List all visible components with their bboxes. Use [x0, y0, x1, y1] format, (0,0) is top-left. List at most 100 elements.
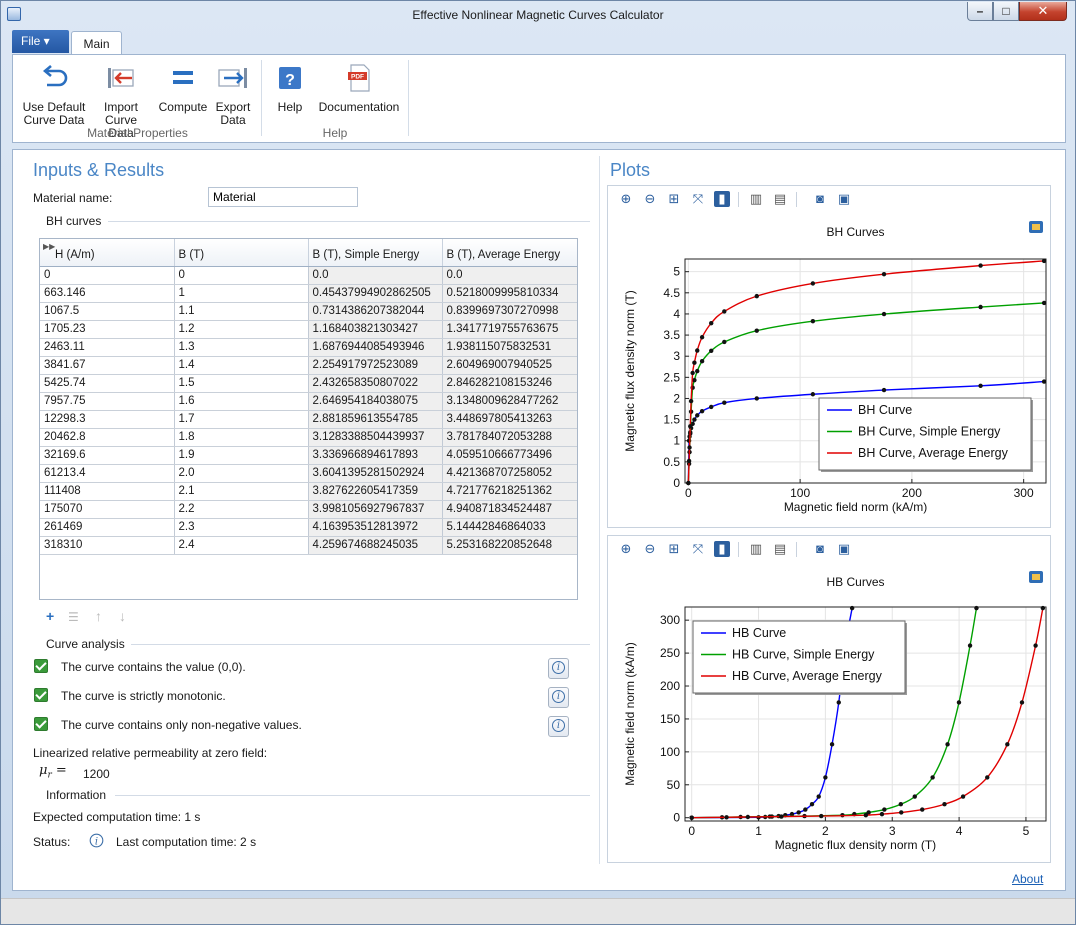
table-row[interactable]: 175070 2.2 3.9981056927967837 4.94087183452…	[40, 500, 577, 519]
table-cell[interactable]: 175070	[40, 500, 175, 519]
table-cell[interactable]: 1.5	[174, 374, 309, 393]
table-cell[interactable]: 2.2	[174, 500, 309, 519]
table-row[interactable]: 61213.4 2.0 3.6041395281502924 4.4213687072…	[40, 464, 577, 483]
permeability-label: Linearized relative permeability at zero…	[33, 746, 268, 760]
ribbon-separator	[408, 60, 409, 136]
column-header-b-average-energy[interactable]: B (T), Average Energy	[442, 239, 577, 267]
table-cell[interactable]: 2463.11	[40, 338, 175, 357]
bh-curves-table[interactable]: ▶▶ H (A/m) B (T) B (T), Simple Energy B (…	[39, 238, 578, 600]
data-point	[881, 311, 887, 317]
export-data-button[interactable]: Export Data	[213, 61, 253, 127]
data-point	[978, 383, 983, 388]
table-cell: 4.940871834524487	[442, 500, 577, 519]
table-cell: 4.059510666773496	[442, 446, 577, 465]
column-header-b-simple-energy[interactable]: B (T), Simple Energy	[308, 239, 443, 267]
table-cell[interactable]: 2.4	[174, 536, 309, 555]
table-cell[interactable]: 1.8	[174, 428, 309, 447]
maximize-button[interactable]: □	[993, 2, 1019, 21]
column-header-h[interactable]: ▶▶ H (A/m)	[40, 239, 175, 267]
table-row[interactable]: 1705.23 1.2 1.168403821303427 1.34177197557…	[40, 320, 577, 339]
move-up-icon[interactable]: ↑	[95, 608, 102, 624]
info-button-origin[interactable]: i	[548, 658, 569, 679]
table-cell[interactable]: 1	[174, 284, 309, 303]
x-tick-label: 0	[688, 824, 695, 838]
table-cell[interactable]: 0	[174, 266, 309, 285]
move-down-icon[interactable]: ↓	[119, 608, 126, 624]
data-point	[754, 396, 759, 401]
data-point	[930, 775, 935, 780]
table-cell: 4.259674688245035	[308, 536, 443, 555]
table-cell[interactable]: 318310	[40, 536, 175, 555]
table-cell[interactable]: 2.0	[174, 464, 309, 483]
table-row[interactable]: 20462.8 1.8 3.1283388504439937 3.7817840720…	[40, 428, 577, 447]
table-cell[interactable]: 1.2	[174, 320, 309, 339]
table-cell[interactable]: 1.3	[174, 338, 309, 357]
table-cell[interactable]: 61213.4	[40, 464, 175, 483]
data-point	[724, 815, 729, 820]
table-cell[interactable]: 2.1	[174, 482, 309, 501]
table-cell[interactable]: 7957.75	[40, 392, 175, 411]
info-button-non-negative[interactable]: i	[548, 716, 569, 737]
column-header-b[interactable]: B (T)	[174, 239, 309, 267]
table-row[interactable]: 32169.6 1.9 3.336966894617893 4.05951066677…	[40, 446, 577, 465]
documentation-button[interactable]: PDF Documentation	[315, 61, 403, 114]
help-button[interactable]: ? Help	[273, 61, 307, 114]
table-row[interactable]: 663.146 1 0.45437994902862505 0.52180099958…	[40, 284, 577, 303]
info-icon: i	[552, 661, 565, 674]
column-menu-icon[interactable]: ▶▶	[43, 242, 55, 251]
about-link[interactable]: About	[1012, 872, 1043, 886]
y-tick-label: 300	[660, 613, 680, 627]
data-point	[699, 358, 705, 364]
table-cell: 2.846282108153246	[442, 374, 577, 393]
delete-row-icon[interactable]: ☰	[68, 610, 79, 624]
table-row[interactable]: 5425.74 1.5 2.432658350807022 2.84628210815…	[40, 374, 577, 393]
table-row[interactable]: 1067.5 1.1 0.7314386207382044 0.83996973072…	[40, 302, 577, 321]
compute-button[interactable]: Compute	[155, 61, 211, 114]
table-cell[interactable]: 2.3	[174, 518, 309, 537]
data-point	[699, 335, 705, 340]
table-row[interactable]: 7957.75 1.6 2.646954184038075 3.13480096284…	[40, 392, 577, 411]
material-name-input[interactable]	[208, 187, 358, 207]
table-body: 0 0 0.0 0.0 663.146 1 0.45437994902862505 0.521…	[40, 266, 577, 555]
table-cell[interactable]: 20462.8	[40, 428, 175, 447]
data-point	[688, 398, 694, 404]
table-row[interactable]: 12298.3 1.7 2.881859613554785 3.44869780541…	[40, 410, 577, 429]
pane-divider[interactable]	[599, 156, 600, 864]
table-cell[interactable]: 0	[40, 266, 175, 285]
table-row[interactable]: 3841.67 1.4 2.254917972523089 2.60496900794…	[40, 356, 577, 375]
x-tick-label: 3	[889, 824, 896, 838]
table-cell[interactable]: 663.146	[40, 284, 175, 303]
table-cell[interactable]: 1.9	[174, 446, 309, 465]
use-default-curve-data-button[interactable]: Use Default Curve Data	[21, 61, 87, 127]
tab-main[interactable]: Main	[71, 31, 122, 55]
help-label: Help	[277, 100, 303, 114]
table-row[interactable]: 0 0 0.0 0.0	[40, 266, 577, 285]
table-cell[interactable]: 1.7	[174, 410, 309, 429]
table-cell[interactable]: 1705.23	[40, 320, 175, 339]
info-button-monotonic[interactable]: i	[548, 687, 569, 708]
check-contains-origin	[34, 659, 48, 673]
table-cell[interactable]: 32169.6	[40, 446, 175, 465]
table-cell[interactable]: 1.6	[174, 392, 309, 411]
table-cell[interactable]: 111408	[40, 482, 175, 501]
table-row[interactable]: 318310 2.4 4.259674688245035 5.253168220852…	[40, 536, 577, 555]
data-point	[692, 360, 697, 365]
data-point	[695, 368, 700, 374]
table-cell[interactable]: 1067.5	[40, 302, 175, 321]
table-cell[interactable]: 12298.3	[40, 410, 175, 429]
table-cell[interactable]: 261469	[40, 518, 175, 537]
table-cell[interactable]: 1.4	[174, 356, 309, 375]
add-row-icon[interactable]: +	[46, 608, 54, 624]
table-row[interactable]: 2463.11 1.3 1.6876944085493946 1.9381150758…	[40, 338, 577, 357]
table-cell[interactable]: 5425.74	[40, 374, 175, 393]
minimize-button[interactable]: –	[967, 2, 993, 21]
table-cell[interactable]: 3841.67	[40, 356, 175, 375]
file-menu-tab[interactable]: File ▾	[12, 30, 69, 53]
data-point	[974, 605, 979, 611]
table-row[interactable]: 261469 2.3 4.163953512813972 5.144428468640…	[40, 518, 577, 537]
close-button[interactable]: ✕	[1019, 2, 1067, 21]
minimize-icon: –	[976, 4, 984, 18]
expected-time-text: Expected computation time: 1 s	[33, 810, 201, 824]
table-cell[interactable]: 1.1	[174, 302, 309, 321]
table-row[interactable]: 111408 2.1 3.827622605417359 4.721776218251…	[40, 482, 577, 501]
